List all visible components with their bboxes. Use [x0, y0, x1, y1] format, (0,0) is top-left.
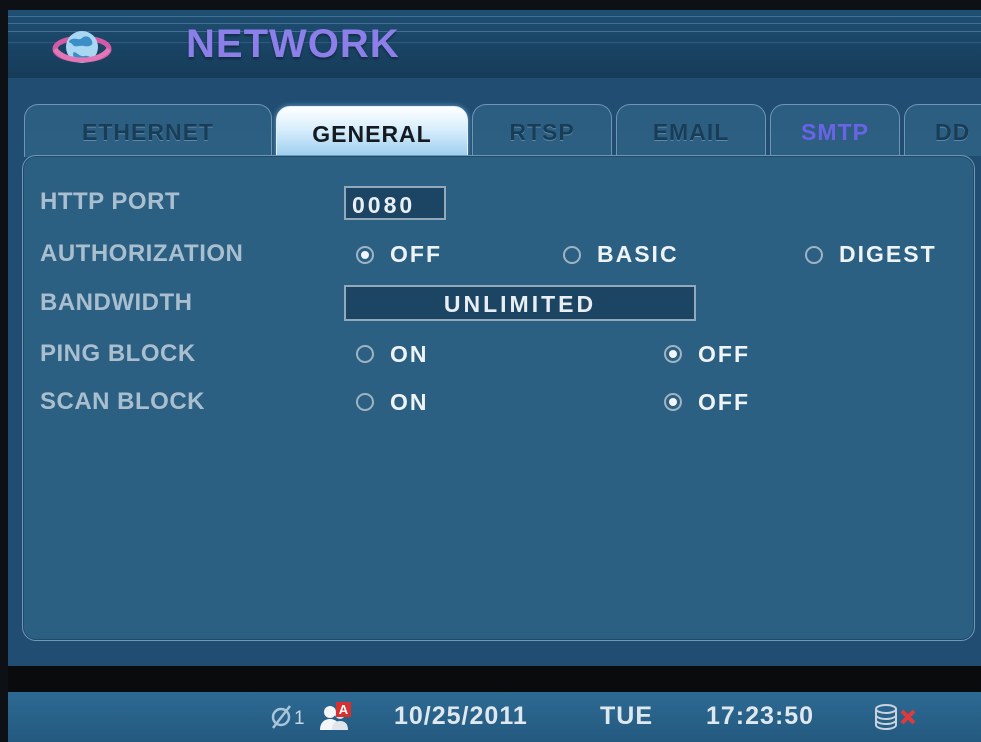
ping-on-radio[interactable] [356, 345, 374, 363]
tab-dd[interactable]: DD [904, 104, 981, 156]
auth-off-label: OFF [390, 241, 442, 267]
authorization-label: AUTHORIZATION [40, 240, 244, 267]
scan-on-label: ON [390, 389, 429, 415]
ping-off-label: OFF [698, 341, 750, 367]
disk-icon [875, 704, 897, 730]
tab-rtsp[interactable]: RTSP [472, 104, 612, 157]
ping-off-radio[interactable] [664, 345, 682, 363]
auth-basic-label: BASIC [597, 241, 679, 267]
user-badge: A [336, 702, 351, 717]
time-display: 17:23:50 [706, 702, 815, 730]
tab-smtp[interactable]: SMTP [770, 104, 900, 157]
globe-icon [52, 31, 112, 63]
page-title: NETWORK [186, 22, 400, 66]
user-icon: A [320, 702, 354, 732]
tab-general[interactable]: GENERAL [276, 106, 468, 158]
auth-digest-label: DIGEST [839, 241, 937, 267]
auth-digest-radio[interactable] [805, 246, 823, 264]
channel-count: 1 [294, 708, 306, 729]
http-port-label: HTTP PORT [40, 188, 181, 215]
no-signal-icon [271, 705, 291, 729]
scan-off-label: OFF [698, 389, 750, 415]
bandwidth-select[interactable]: UNLIMITED [344, 285, 696, 321]
tab-ethernet[interactable]: ETHERNET [24, 104, 272, 157]
scan-off-radio[interactable] [664, 393, 682, 411]
separator-bar [8, 666, 981, 692]
error-x-icon [900, 709, 916, 725]
ping-on-label: ON [390, 341, 429, 367]
bandwidth-label: BANDWIDTH [40, 289, 193, 316]
status-bar: 1 A 10/25/2011 TUE 17:23:50 [8, 692, 981, 742]
auth-off-radio[interactable] [356, 246, 374, 264]
scan-block-label: SCAN BLOCK [40, 388, 205, 415]
http-port-field[interactable]: 0080 [344, 186, 446, 220]
auth-basic-radio[interactable] [563, 246, 581, 264]
scan-on-radio[interactable] [356, 393, 374, 411]
day-display: TUE [600, 702, 653, 730]
ping-block-label: PING BLOCK [40, 340, 196, 367]
header: NETWORK [8, 10, 981, 78]
date-display: 10/25/2011 [394, 702, 528, 730]
tab-email[interactable]: EMAIL [616, 104, 766, 157]
